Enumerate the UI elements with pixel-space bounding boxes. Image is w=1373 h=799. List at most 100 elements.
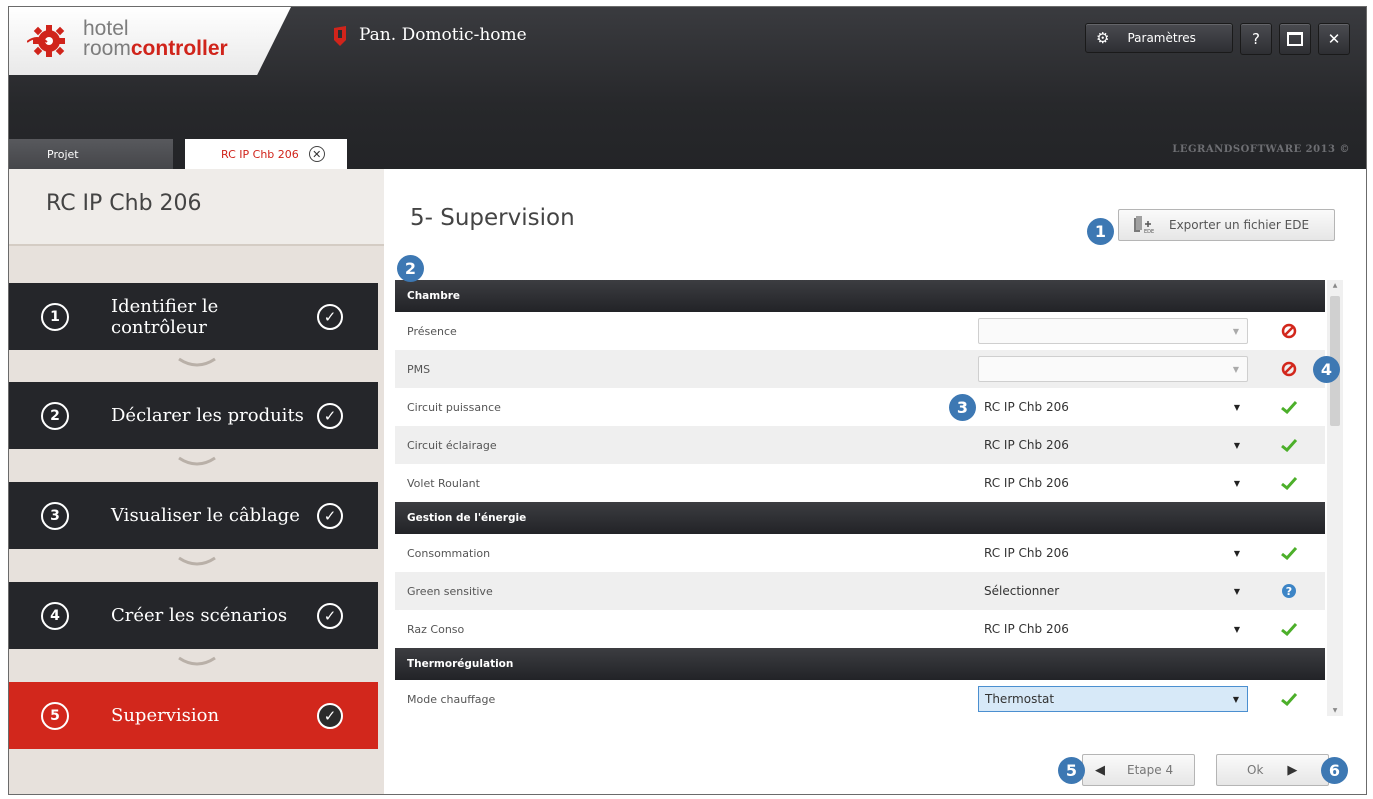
table-row: Circuit éclairage RC IP Chb 206 ▼ (395, 426, 1325, 464)
sidebar-header: RC IP Chb 206 (9, 169, 384, 246)
section-header: Thermorégulation (395, 648, 1325, 680)
tab-current[interactable]: RC IP Chb 206 ✕ (185, 139, 347, 169)
step-5[interactable]: 5 Supervision ✓ (9, 682, 378, 749)
step-4[interactable]: 4 Créer les scénarios ✓ (9, 582, 378, 649)
help-button[interactable]: ? (1240, 23, 1272, 55)
row-label: Green sensitive (407, 584, 493, 598)
dropdown-arrow-icon: ▼ (1233, 624, 1240, 634)
row-select[interactable]: Thermostat ▼ (978, 686, 1248, 712)
check-icon (1280, 474, 1298, 492)
dropdown-arrow-icon: ▼ (1233, 440, 1240, 450)
copyright: LEGRANDSOFTWARE 2013 © (1172, 144, 1350, 155)
dropdown-arrow-icon: ▼ (1233, 402, 1240, 412)
step-2[interactable]: 2 Déclarer les produits ✓ (9, 382, 378, 449)
previous-step-label: Etape 4 (1127, 763, 1174, 777)
supervision-table: Chambre Présence ▼ PMS ▼ Circuit puissan… (395, 280, 1325, 716)
svg-text:?: ? (1286, 585, 1292, 598)
check-icon: ✓ (317, 402, 343, 429)
row-select[interactable]: RC IP Chb 206 ▼ (978, 470, 1248, 496)
callout-badge: 3 (949, 394, 976, 421)
callout-badge: 1 (1087, 218, 1114, 245)
select-value: RC IP Chb 206 (984, 400, 1069, 414)
scroll-up-icon[interactable]: ▲ (1327, 282, 1343, 289)
logo-gear-icon (27, 25, 65, 57)
previous-step-button[interactable]: ◀ Etape 4 (1082, 754, 1195, 786)
row-select[interactable]: RC IP Chb 206 ▼ (978, 394, 1248, 420)
dropdown-arrow-icon: ▼ (1233, 478, 1240, 488)
dropdown-arrow-icon: ▼ (1232, 364, 1239, 374)
table-row: PMS ▼ (395, 350, 1325, 388)
step-label: Créer les scénarios (111, 605, 288, 626)
table-row: Green sensitive Sélectionner ▼ ? (395, 572, 1325, 610)
step-number: 5 (41, 701, 69, 730)
row-label: Circuit éclairage (407, 438, 497, 452)
export-ede-icon: EDE (1134, 216, 1154, 234)
header: hotel roomcontroller Pan. Domotic-home ⚙… (9, 7, 1366, 169)
page-title: 5- Supervision (410, 205, 575, 231)
select-value: RC IP Chb 206 (984, 622, 1069, 636)
forbidden-icon (1280, 322, 1298, 340)
logo: hotel roomcontroller (9, 7, 291, 75)
table-row: Consommation RC IP Chb 206 ▼ (395, 534, 1325, 572)
arrow-left-icon: ◀ (1095, 762, 1105, 778)
sidebar: RC IP Chb 206 1 Identifier le contrôleur… (9, 169, 384, 794)
select-value: RC IP Chb 206 (984, 438, 1069, 452)
app-title: Pan. Domotic-home (359, 25, 527, 45)
chevron-down-icon (178, 357, 216, 367)
section-header: Gestion de l'énergie (395, 502, 1325, 534)
select-value: RC IP Chb 206 (984, 546, 1069, 560)
row-select[interactable]: RC IP Chb 206 ▼ (978, 616, 1248, 642)
maximize-button[interactable] (1279, 23, 1311, 55)
check-icon: ✓ (317, 602, 343, 629)
chevron-down-icon (178, 656, 216, 666)
row-select[interactable]: RC IP Chb 206 ▼ (978, 432, 1248, 458)
row-select[interactable]: ▼ (978, 318, 1248, 344)
table-row: Volet Roulant RC IP Chb 206 ▼ (395, 464, 1325, 502)
row-select[interactable]: RC IP Chb 206 ▼ (978, 540, 1248, 566)
check-icon (1280, 398, 1298, 416)
help-icon[interactable]: ? (1280, 582, 1298, 600)
tab-label: RC IP Chb 206 (221, 147, 299, 161)
table-row: Circuit puissance RC IP Chb 206 ▼ (395, 388, 1325, 426)
callout-badge: 5 (1058, 757, 1085, 784)
step-label: Identifier le contrôleur (111, 295, 219, 338)
close-icon: ✕ (1327, 30, 1341, 48)
check-icon (1280, 690, 1298, 708)
dropdown-arrow-icon: ▼ (1232, 326, 1239, 336)
settings-button[interactable]: ⚙ Paramètres (1085, 23, 1233, 53)
legrand-icon (334, 26, 346, 46)
vertical-scrollbar[interactable]: ▲ ▼ (1327, 280, 1343, 716)
tab-projet[interactable]: Projet (9, 139, 173, 169)
check-icon (1280, 620, 1298, 638)
step-1[interactable]: 1 Identifier le contrôleur ✓ (9, 283, 378, 350)
next-step-button[interactable]: Ok ▶ (1216, 754, 1329, 786)
table-row: Raz Conso RC IP Chb 206 ▼ (395, 610, 1325, 648)
row-select[interactable]: ▼ (978, 356, 1248, 382)
logo-roomcontroller-text: roomcontroller (83, 37, 228, 60)
chevron-down-icon (178, 556, 216, 566)
select-value: Thermostat (985, 692, 1055, 706)
row-label: Présence (407, 324, 457, 338)
next-step-label: Ok (1247, 763, 1264, 777)
row-label: Volet Roulant (407, 476, 480, 490)
step-label: Supervision (111, 705, 220, 726)
sidebar-title: RC IP Chb 206 (46, 191, 202, 216)
step-number: 4 (41, 601, 69, 630)
check-icon: ✓ (317, 502, 343, 529)
export-ede-label: Exporter un fichier EDE (1169, 218, 1310, 232)
step-3[interactable]: 3 Visualiser le câblage ✓ (9, 482, 378, 549)
window-controls: ⚙ Paramètres ? ✕ (1085, 23, 1350, 55)
row-label: Raz Conso (407, 622, 465, 636)
tab-label: Projet (47, 147, 79, 161)
row-label: Consommation (407, 546, 491, 560)
scroll-down-icon[interactable]: ▼ (1327, 707, 1343, 714)
tab-close-icon[interactable]: ✕ (308, 146, 325, 162)
row-select[interactable]: Sélectionner ▼ (978, 578, 1248, 604)
section-header: Chambre (395, 280, 1325, 312)
close-button[interactable]: ✕ (1318, 23, 1350, 55)
table-row: Mode chauffage Thermostat ▼ (395, 680, 1325, 716)
settings-label: Paramètres (1127, 31, 1196, 45)
dropdown-arrow-icon: ▼ (1233, 548, 1240, 558)
export-ede-button[interactable]: EDE Exporter un fichier EDE (1118, 209, 1335, 241)
check-icon (1280, 544, 1298, 562)
